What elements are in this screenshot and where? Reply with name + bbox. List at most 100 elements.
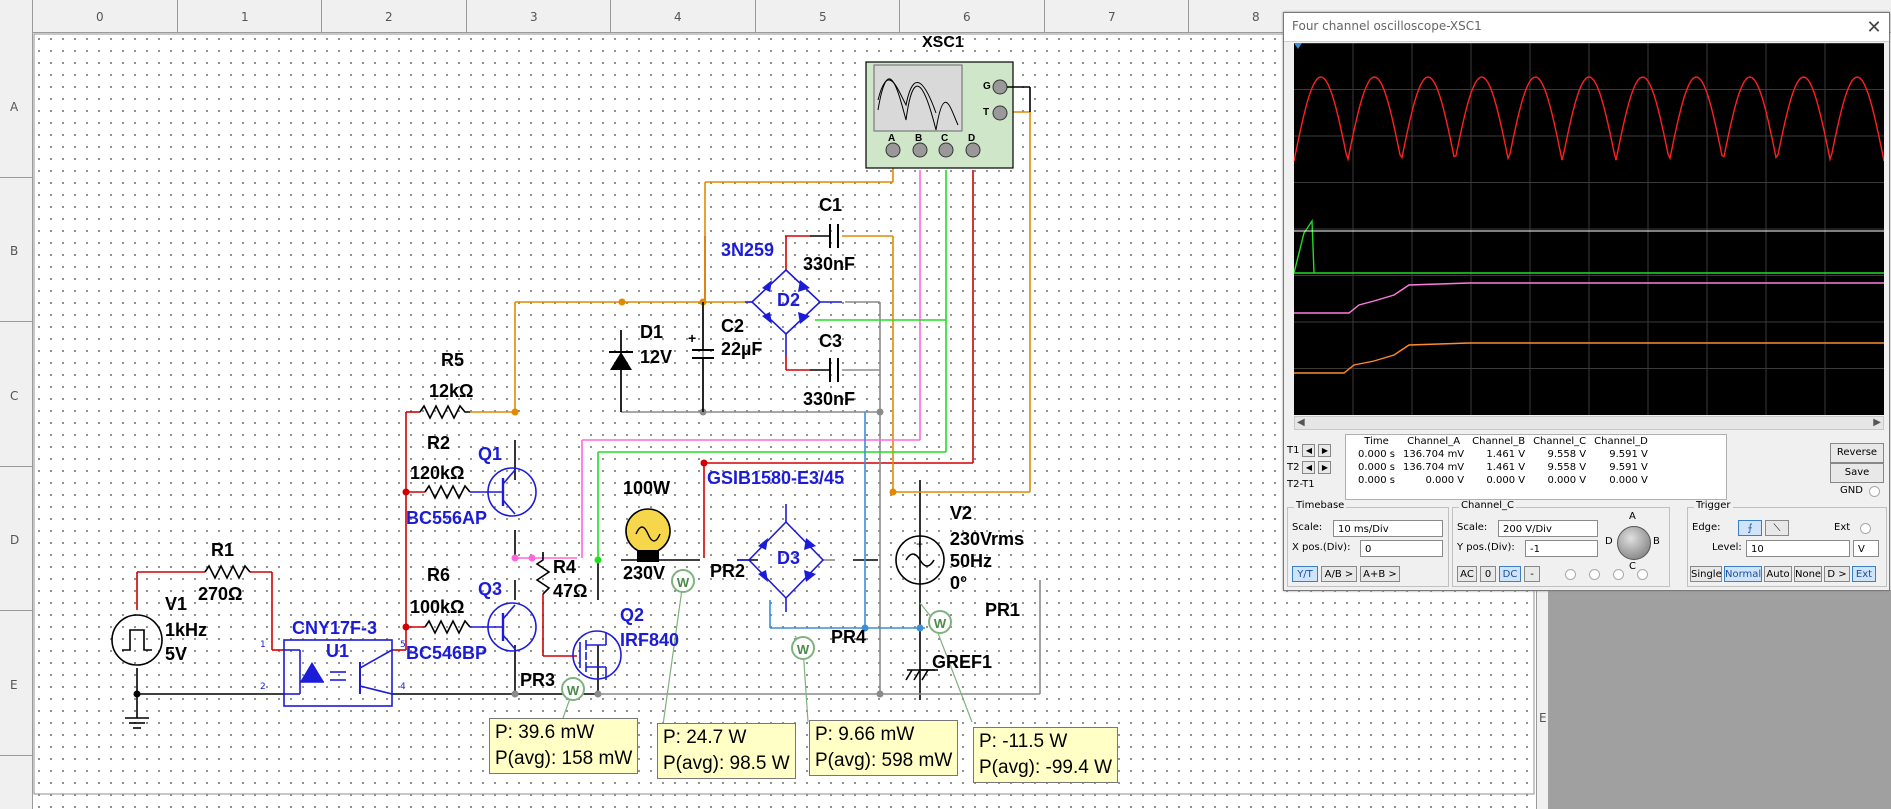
d1-zener-symbol xyxy=(609,330,633,412)
d-trigger-button[interactable]: D > xyxy=(1824,566,1850,582)
v2-freq: 50Hz xyxy=(950,551,993,571)
u1-pin-label: 4 xyxy=(400,682,406,692)
oscilloscope-traces xyxy=(1293,42,1885,415)
ac-button[interactable]: AC xyxy=(1457,566,1477,582)
level-label: Level: xyxy=(1712,542,1742,553)
d1-name: D1 xyxy=(640,322,664,342)
channel-scale-label: Scale: xyxy=(1457,522,1488,533)
cursor-right-icon[interactable]: ▶ xyxy=(1318,461,1332,474)
r2-value: 120kΩ xyxy=(410,463,465,483)
cell-ch-a: 136.704 mV xyxy=(1403,449,1465,460)
r2-name: R2 xyxy=(427,433,451,453)
scroll-left-icon[interactable]: ◀ xyxy=(1297,417,1305,429)
radio-option[interactable] xyxy=(1613,569,1624,580)
zero-button[interactable]: 0 xyxy=(1480,566,1496,582)
v2-name: V2 xyxy=(950,503,973,523)
dc-button[interactable]: DC xyxy=(1499,566,1521,582)
col-header: Channel_B xyxy=(1472,436,1526,447)
table-row: 0.000 s 136.704 mV 1.461 V 9.558 V 9.591… xyxy=(1346,448,1652,461)
row-label: T2 xyxy=(1287,462,1300,473)
q1-part: BC556AP xyxy=(406,508,488,528)
scroll-right-icon[interactable]: ▶ xyxy=(1873,417,1881,429)
oscilloscope-window[interactable]: Four channel oscilloscope-XSC1 ✕ ◀ ▶ T1 ◀… xyxy=(1283,12,1890,591)
lamp-voltage: 230V xyxy=(623,563,666,583)
col-header: Time xyxy=(1364,436,1389,447)
channel-scale-field[interactable]: 200 V/Div xyxy=(1498,520,1598,537)
probe-pr4-readout[interactable]: P: 9.66 mW P(avg): 598 mW xyxy=(809,720,959,776)
single-button[interactable]: Single xyxy=(1690,566,1722,582)
level-field[interactable]: 10 xyxy=(1746,540,1850,557)
cursor-left-icon[interactable]: ◀ xyxy=(1302,444,1316,457)
ypos-field[interactable]: -1 xyxy=(1525,540,1598,557)
radio-option[interactable] xyxy=(1565,569,1576,580)
window-title: Four channel oscilloscope-XSC1 xyxy=(1292,19,1482,33)
cell-ch-d: 0.000 V xyxy=(1609,475,1648,486)
ext-label: Ext xyxy=(1834,522,1851,533)
probe-pr4-icon[interactable]: W xyxy=(791,636,815,660)
cell-ch-a: 0.000 V xyxy=(1425,475,1465,486)
c2-capacitor-symbol xyxy=(692,302,714,412)
cell-time: 0.000 s xyxy=(1358,462,1396,473)
v1-source-symbol xyxy=(111,614,163,666)
level-unit[interactable]: V xyxy=(1853,540,1879,557)
none-button[interactable]: None xyxy=(1794,566,1822,582)
ext-radio[interactable] xyxy=(1860,523,1871,534)
probe-power-avg: P(avg): 98.5 W xyxy=(663,753,790,774)
ab-button[interactable]: A/B > xyxy=(1321,566,1357,582)
col-header: Channel_C xyxy=(1533,436,1587,447)
c3-value: 330nF xyxy=(803,389,856,409)
r6-name: R6 xyxy=(427,565,451,585)
timebase-scale-field[interactable]: 10 ms/Div xyxy=(1333,520,1443,537)
gnd-radio[interactable] xyxy=(1869,486,1880,497)
v1-freq: 1kHz xyxy=(165,620,208,640)
radio-option[interactable] xyxy=(1637,569,1648,580)
xsc1-oscilloscope-symbol xyxy=(865,61,1031,169)
close-icon[interactable]: ✕ xyxy=(1863,16,1885,38)
auto-button[interactable]: Auto xyxy=(1764,566,1792,582)
cell-ch-b: 1.461 V xyxy=(1486,449,1526,460)
r5-name: R5 xyxy=(441,350,465,370)
u1-name: U1 xyxy=(326,641,350,661)
probe-pr1-icon[interactable]: W xyxy=(928,610,952,634)
cursor-right-icon[interactable]: ▶ xyxy=(1318,444,1332,457)
yt-button[interactable]: Y/T xyxy=(1292,566,1318,582)
ypos-label: Y pos.(Div): xyxy=(1457,542,1515,553)
q2-part: IRF840 xyxy=(620,630,680,650)
xsc-aux-t: T xyxy=(983,107,990,118)
cursor-left-icon[interactable]: ◀ xyxy=(1302,461,1316,474)
q2-mosfet-symbol xyxy=(572,630,622,680)
oscilloscope-titlebar[interactable]: Four channel oscilloscope-XSC1 ✕ xyxy=(1284,13,1889,42)
channel-select-knob[interactable] xyxy=(1617,526,1651,560)
col-header: Channel_A xyxy=(1407,436,1461,447)
probe-power-value: P: 24.7 W xyxy=(663,727,747,748)
ext-trigger-button[interactable]: Ext xyxy=(1852,566,1876,582)
probe-pr2-icon[interactable]: W xyxy=(671,569,695,593)
probe-pr3-icon[interactable]: W xyxy=(561,677,585,701)
edge-label: Edge: xyxy=(1692,522,1721,533)
rising-edge-icon[interactable]: ⨍ xyxy=(1738,520,1762,536)
oscilloscope-scrollbar[interactable]: ◀ ▶ xyxy=(1294,416,1884,430)
oscilloscope-screen[interactable] xyxy=(1293,42,1885,415)
save-button[interactable]: Save xyxy=(1830,463,1884,483)
knob-label-d: D xyxy=(1605,536,1613,547)
falling-edge-icon[interactable]: ⟍ xyxy=(1765,520,1789,536)
knob-label-c: C xyxy=(1629,561,1636,572)
c2-polarity: + xyxy=(688,330,697,346)
reverse-button[interactable]: Reverse xyxy=(1830,443,1884,463)
probe-pr2-readout[interactable]: P: 24.7 W P(avg): 98.5 W xyxy=(657,723,796,779)
radio-option[interactable] xyxy=(1589,569,1600,580)
probe-power-avg: P(avg): 158 mW xyxy=(495,748,633,769)
cell-ch-d: 9.591 V xyxy=(1609,449,1648,460)
u1-pin-label: 5 xyxy=(400,640,406,650)
minus-button[interactable]: - xyxy=(1524,566,1540,582)
aplusb-button[interactable]: A+B > xyxy=(1360,566,1400,582)
probe-pr1-readout[interactable]: P: -11.5 W P(avg): -99.4 W xyxy=(973,727,1119,783)
normal-button[interactable]: Normal xyxy=(1724,566,1762,582)
r5-value: 12kΩ xyxy=(429,381,474,401)
xpos-field[interactable]: 0 xyxy=(1360,540,1443,557)
probe-power-value: P: -11.5 W xyxy=(979,731,1068,752)
probe-pr3-readout[interactable]: P: 39.6 mW P(avg): 158 mW xyxy=(489,718,639,774)
xpos-label: X pos.(Div): xyxy=(1292,542,1351,553)
d3-part: GSIB1580-E3/45 xyxy=(707,468,845,488)
readout-row-t1: T1 ◀ ▶ xyxy=(1287,442,1341,459)
